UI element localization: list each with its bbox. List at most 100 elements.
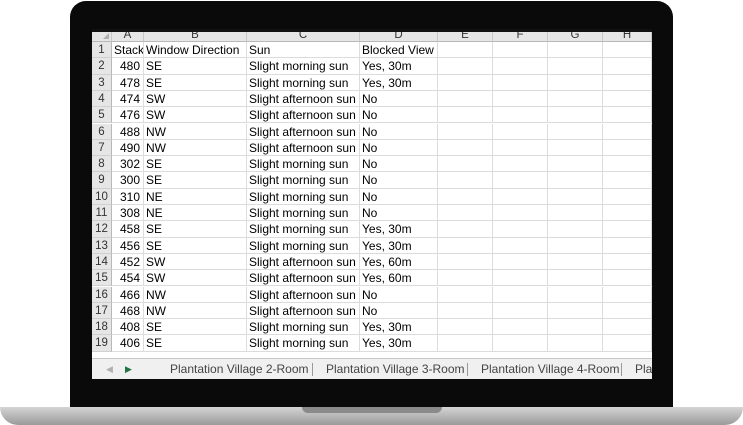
- empty-cell[interactable]: [603, 188, 652, 205]
- empty-cell[interactable]: [548, 156, 603, 173]
- empty-cell[interactable]: [603, 253, 652, 271]
- row-header[interactable]: 19: [92, 335, 112, 352]
- empty-cell[interactable]: [493, 139, 548, 157]
- cell-stack[interactable]: 408: [112, 319, 144, 336]
- empty-cell[interactable]: [603, 42, 652, 59]
- cell-stack[interactable]: 308: [112, 205, 144, 222]
- row-header[interactable]: 17: [92, 302, 112, 320]
- empty-cell[interactable]: [438, 221, 493, 238]
- cell-sun[interactable]: Slight afternoon sun: [247, 253, 360, 271]
- cell-window-direction[interactable]: SW: [144, 270, 247, 287]
- empty-cell[interactable]: [438, 205, 493, 222]
- cell-sun[interactable]: Slight morning sun: [247, 156, 360, 173]
- cell-stack[interactable]: 480: [112, 58, 144, 75]
- cell-sun[interactable]: Slight morning sun: [247, 221, 360, 238]
- row-header[interactable]: 11: [92, 205, 112, 222]
- empty-cell[interactable]: [438, 172, 493, 189]
- empty-cell[interactable]: [493, 302, 548, 320]
- empty-cell[interactable]: [548, 90, 603, 108]
- empty-cell[interactable]: [603, 139, 652, 157]
- empty-cell[interactable]: [548, 253, 603, 271]
- empty-cell[interactable]: [603, 335, 652, 352]
- empty-cell[interactable]: [493, 221, 548, 238]
- cell-window-direction[interactable]: SE: [144, 335, 247, 352]
- cell-sun[interactable]: Slight morning sun: [247, 205, 360, 222]
- empty-cell[interactable]: [438, 253, 493, 271]
- empty-cell[interactable]: [548, 58, 603, 75]
- cell-blocked-view[interactable]: Yes, 30m: [360, 319, 438, 336]
- empty-cell[interactable]: [548, 123, 603, 140]
- row-header[interactable]: 2: [92, 58, 112, 75]
- cell-blocked-view[interactable]: No: [360, 188, 438, 205]
- empty-cell[interactable]: [438, 319, 493, 336]
- empty-cell[interactable]: [493, 107, 548, 124]
- cell-stack[interactable]: 488: [112, 123, 144, 140]
- empty-cell[interactable]: [548, 221, 603, 238]
- cell-stack[interactable]: 300: [112, 172, 144, 189]
- cell-blocked-view[interactable]: Yes, 30m: [360, 74, 438, 91]
- empty-cell[interactable]: [438, 302, 493, 320]
- cell-stack[interactable]: 456: [112, 237, 144, 254]
- empty-cell[interactable]: [603, 319, 652, 336]
- triangle-right-icon[interactable]: ▶: [125, 363, 132, 375]
- cell-window-direction[interactable]: SE: [144, 319, 247, 336]
- empty-cell[interactable]: [438, 42, 493, 59]
- cell-sun[interactable]: Sun: [247, 42, 360, 59]
- cell-stack[interactable]: 406: [112, 335, 144, 352]
- empty-cell[interactable]: [438, 139, 493, 157]
- empty-cell[interactable]: [438, 188, 493, 205]
- empty-cell[interactable]: [493, 253, 548, 271]
- empty-cell[interactable]: [548, 139, 603, 157]
- cell-sun[interactable]: Slight afternoon sun: [247, 286, 360, 303]
- empty-cell[interactable]: [548, 319, 603, 336]
- cell-stack[interactable]: 454: [112, 270, 144, 287]
- sheet-tab[interactable]: Pla: [635, 362, 652, 377]
- cell-sun[interactable]: Slight afternoon sun: [247, 90, 360, 108]
- empty-cell[interactable]: [493, 270, 548, 287]
- cell-blocked-view[interactable]: Yes, 60m: [360, 270, 438, 287]
- row-header[interactable]: 8: [92, 156, 112, 173]
- cell-window-direction[interactable]: SE: [144, 237, 247, 254]
- empty-cell[interactable]: [548, 205, 603, 222]
- empty-cell[interactable]: [548, 335, 603, 352]
- cell-blocked-view[interactable]: Yes, 60m: [360, 253, 438, 271]
- cell-window-direction[interactable]: NE: [144, 205, 247, 222]
- cell-sun[interactable]: Slight morning sun: [247, 58, 360, 75]
- empty-cell[interactable]: [548, 107, 603, 124]
- row-header[interactable]: 18: [92, 319, 112, 336]
- cell-stack[interactable]: 478: [112, 74, 144, 91]
- cell-sun[interactable]: Slight afternoon sun: [247, 302, 360, 320]
- cell-window-direction[interactable]: NW: [144, 286, 247, 303]
- cell-window-direction[interactable]: NW: [144, 123, 247, 140]
- cell-window-direction[interactable]: SE: [144, 58, 247, 75]
- empty-cell[interactable]: [438, 286, 493, 303]
- empty-cell[interactable]: [438, 335, 493, 352]
- empty-cell[interactable]: [493, 74, 548, 91]
- empty-cell[interactable]: [548, 188, 603, 205]
- cell-blocked-view[interactable]: Blocked View: [360, 42, 438, 59]
- sheet-tab[interactable]: Plantation Village 3-Room: [326, 362, 465, 377]
- cell-sun[interactable]: Slight afternoon sun: [247, 270, 360, 287]
- empty-cell[interactable]: [438, 123, 493, 140]
- empty-cell[interactable]: [548, 74, 603, 91]
- cell-stack[interactable]: 452: [112, 253, 144, 271]
- empty-cell[interactable]: [548, 302, 603, 320]
- row-header[interactable]: 4: [92, 90, 112, 108]
- triangle-left-icon[interactable]: ◀: [106, 363, 113, 375]
- cell-window-direction[interactable]: NE: [144, 188, 247, 205]
- cell-blocked-view[interactable]: No: [360, 156, 438, 173]
- cell-sun[interactable]: Slight morning sun: [247, 188, 360, 205]
- empty-cell[interactable]: [493, 237, 548, 254]
- cell-stack[interactable]: 490: [112, 139, 144, 157]
- cell-stack[interactable]: 474: [112, 90, 144, 108]
- cell-blocked-view[interactable]: No: [360, 286, 438, 303]
- cell-sun[interactable]: Slight afternoon sun: [247, 123, 360, 140]
- cell-sun[interactable]: Slight morning sun: [247, 237, 360, 254]
- cell-stack[interactable]: 310: [112, 188, 144, 205]
- row-header[interactable]: 5: [92, 107, 112, 124]
- empty-cell[interactable]: [493, 286, 548, 303]
- cell-window-direction[interactable]: SE: [144, 172, 247, 189]
- cell-window-direction[interactable]: SE: [144, 74, 247, 91]
- empty-cell[interactable]: [493, 172, 548, 189]
- row-header[interactable]: 14: [92, 253, 112, 271]
